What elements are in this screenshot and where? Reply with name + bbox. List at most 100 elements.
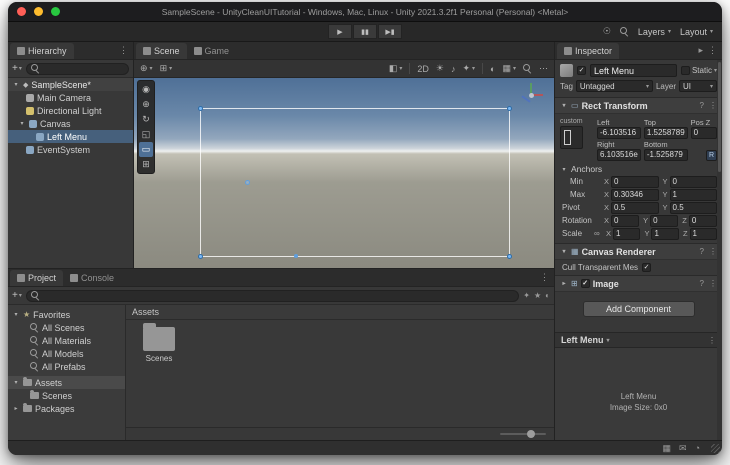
anchors-foldout[interactable]: ▾ Anchors: [555, 163, 722, 175]
axis-mode-toggle[interactable]: ⊞ ▾: [160, 63, 173, 74]
image-enabled-checkbox[interactable]: ✓: [580, 279, 590, 288]
hierarchy-item-main-camera[interactable]: Main Camera: [8, 91, 133, 104]
pause-button[interactable]: ▮▮: [353, 24, 377, 39]
hierarchy-search-input[interactable]: [42, 64, 124, 73]
anchor-marker[interactable]: [294, 254, 298, 258]
right-field[interactable]: 6.103516e: [597, 149, 641, 161]
panel-menu-icon[interactable]: ⋮: [708, 45, 717, 56]
search-icon[interactable]: [619, 27, 629, 36]
scrollbar-thumb[interactable]: [718, 62, 721, 172]
shading-mode-dropdown[interactable]: ◧ ▾: [389, 63, 403, 74]
rect-tool-button[interactable]: ▭: [139, 142, 153, 157]
hierarchy-item-directional-light[interactable]: Directional Light: [8, 104, 133, 117]
image-component-header[interactable]: ▸ ⊞ ✓ Image ? ⋮: [555, 275, 722, 292]
scale-x-field[interactable]: 1: [613, 227, 641, 240]
bottom-field[interactable]: -1.525879: [643, 149, 688, 161]
step-button[interactable]: ▶▮: [378, 24, 402, 39]
pos-z-field[interactable]: 0: [690, 127, 717, 139]
progress-icon[interactable]: ▦: [663, 443, 672, 454]
view-tool-button[interactable]: ◉: [139, 82, 153, 97]
help-icon[interactable]: ?: [700, 101, 704, 110]
canvas-renderer-header[interactable]: ▾ ▦ Canvas Renderer ? ⋮: [555, 243, 722, 260]
panel-menu-icon[interactable]: ⋮: [119, 45, 128, 56]
layers-dropdown[interactable]: Layers ▾: [638, 27, 671, 37]
foldout-icon[interactable]: ▾: [18, 120, 26, 127]
anchor-max-y-field[interactable]: 1: [669, 188, 717, 201]
tab-inspector[interactable]: Inspector: [557, 43, 620, 59]
inspector-scrollbar[interactable]: [717, 60, 722, 440]
rect-handle-top-right[interactable]: [507, 106, 512, 111]
scale-y-field[interactable]: 1: [651, 227, 679, 240]
scale-z-field[interactable]: 1: [689, 227, 717, 240]
orientation-gizmo[interactable]: [518, 82, 544, 108]
favorites-foldout[interactable]: ▾ ★ Favorites: [8, 308, 125, 321]
favorite-all-models[interactable]: All Models: [8, 347, 125, 360]
raw-edit-button[interactable]: R: [706, 150, 717, 161]
scale-tool-button[interactable]: ◱: [139, 127, 153, 142]
foldout-icon[interactable]: ▾: [12, 81, 20, 88]
project-search-input[interactable]: [42, 291, 515, 300]
sidebar-item-packages[interactable]: ▸ Packages: [8, 402, 125, 415]
pivot-toggle[interactable]: ⊕ ▾: [140, 63, 153, 74]
component-menu-icon[interactable]: ⋮: [709, 101, 717, 110]
rect-transform-header[interactable]: ▾ ▭ Rect Transform ? ⋮: [555, 97, 722, 114]
asset-folder-scenes[interactable]: Scenes: [136, 323, 182, 363]
sidebar-item-assets[interactable]: ▾ Assets: [8, 376, 125, 389]
favorite-all-scenes[interactable]: All Scenes: [8, 321, 125, 334]
message-icon[interactable]: ✉: [679, 443, 687, 454]
effects-dropdown[interactable]: ✦ ▾: [462, 63, 475, 74]
favorite-all-prefabs[interactable]: All Prefabs: [8, 360, 125, 373]
pivot-y-field[interactable]: 0.5: [669, 201, 717, 214]
hierarchy-item-canvas[interactable]: ▾ Canvas: [8, 117, 133, 130]
tab-hierarchy[interactable]: Hierarchy: [10, 43, 74, 59]
pivot-handle[interactable]: [245, 180, 250, 185]
static-checkbox[interactable]: [680, 66, 690, 75]
2d-toggle[interactable]: 2D: [417, 64, 429, 74]
lighting-toggle[interactable]: ☀: [436, 63, 444, 74]
overflow-menu-icon[interactable]: ⋯: [539, 63, 548, 74]
active-checkbox[interactable]: ✓: [577, 66, 586, 75]
search-by-label-icon[interactable]: ★: [534, 291, 541, 300]
audio-toggle[interactable]: ♪: [451, 64, 456, 74]
sidebar-item-scenes[interactable]: Scenes: [8, 389, 125, 402]
activity-icon[interactable]: ◔: [695, 443, 700, 453]
layer-dropdown[interactable]: UI ▾: [679, 80, 717, 92]
slider-knob[interactable]: [526, 430, 535, 438]
icon-size-slider[interactable]: [500, 430, 546, 438]
rect-handle-bottom-left[interactable]: [198, 254, 203, 259]
hidden-packages-icon[interactable]: ◐: [545, 291, 550, 300]
hierarchy-item-eventsystem[interactable]: EventSystem: [8, 143, 133, 156]
search-by-type-icon[interactable]: ✦: [523, 291, 530, 300]
layout-dropdown[interactable]: Layout ▾: [680, 27, 713, 37]
preview-menu-icon[interactable]: ⋮: [708, 336, 716, 345]
tab-game[interactable]: Game: [187, 43, 237, 59]
visibility-toggle[interactable]: ◐: [490, 64, 495, 74]
component-menu-icon[interactable]: ⋮: [709, 247, 717, 256]
rotate-tool-button[interactable]: ↻: [139, 112, 153, 127]
anchor-min-x-field[interactable]: 0: [611, 175, 659, 188]
rotation-x-field[interactable]: 0: [611, 214, 640, 227]
tab-project[interactable]: Project: [10, 270, 64, 286]
anchor-min-y-field[interactable]: 0: [669, 175, 717, 188]
tab-scene[interactable]: Scene: [136, 43, 187, 59]
pivot-x-field[interactable]: 0.5: [611, 201, 659, 214]
anchor-max-x-field[interactable]: 0.30346: [611, 188, 659, 201]
hierarchy-item-left-menu[interactable]: Left Menu: [8, 130, 133, 143]
component-menu-icon[interactable]: ⋮: [709, 279, 717, 288]
minimize-window-button[interactable]: [34, 7, 43, 16]
play-button[interactable]: ▶: [328, 24, 352, 39]
rotation-z-field[interactable]: 0: [688, 214, 717, 227]
anchor-preset-button[interactable]: [560, 126, 583, 149]
scene-search-icon[interactable]: [523, 64, 532, 73]
static-dropdown[interactable]: Static ▾: [680, 66, 717, 75]
add-component-button[interactable]: Add Component: [582, 301, 695, 317]
tag-dropdown[interactable]: Untagged ▾: [575, 80, 653, 92]
close-window-button[interactable]: [17, 7, 26, 16]
account-icon[interactable]: ☉: [603, 26, 611, 37]
top-field[interactable]: 1.5258789: [643, 127, 688, 139]
panel-menu-icon[interactable]: ⋮: [540, 272, 549, 283]
help-icon[interactable]: ?: [700, 247, 704, 256]
create-asset-button[interactable]: + ▾: [12, 290, 22, 301]
constrain-proportions-icon[interactable]: ∞: [594, 229, 602, 238]
resize-grip[interactable]: [711, 444, 720, 453]
